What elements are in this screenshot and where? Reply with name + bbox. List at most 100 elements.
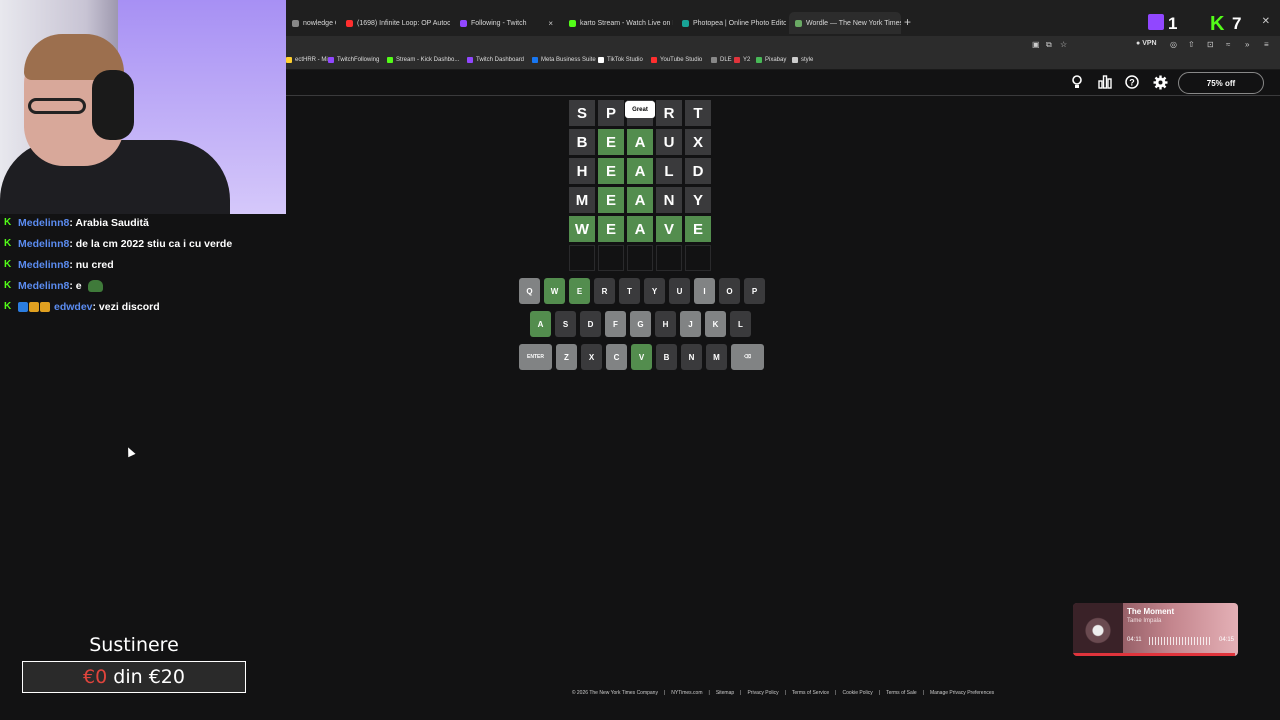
more-extensions-icon[interactable]: » — [1245, 40, 1249, 49]
key-l[interactable]: L — [730, 311, 751, 337]
vpn-button[interactable]: ● VPN — [1136, 40, 1157, 47]
bookmark-item[interactable]: TwitchFollowing — [328, 57, 379, 63]
footer-separator: | — [784, 690, 786, 696]
board-tile: A — [627, 129, 653, 155]
key-w[interactable]: W — [544, 278, 565, 304]
footer-link[interactable]: Terms of Sale — [886, 690, 917, 696]
key-p[interactable]: P — [744, 278, 765, 304]
album-art — [1073, 603, 1123, 653]
tab-kick[interactable]: karto Stream - Watch Live on K× — [563, 12, 673, 34]
tab-youtube[interactable]: (1698) Infinite Loop: OP Autoca× — [340, 12, 450, 34]
tab-twitch[interactable]: Following - Twitch × — [454, 12, 559, 34]
donation-goal-title: Sustinere — [89, 634, 179, 656]
extension-icon[interactable]: ⊡ — [1207, 40, 1214, 49]
share-icon[interactable]: ⇧ — [1188, 40, 1195, 49]
bookmark-item[interactable]: Stream - Kick Dashbo... — [387, 57, 459, 63]
chat-username[interactable]: Medelinn8 — [18, 259, 69, 271]
key-m[interactable]: M — [706, 344, 727, 370]
nyt-footer: © 2026 The New York Times Company | NYTime… — [286, 690, 1280, 696]
key-e[interactable]: E — [569, 278, 590, 304]
bookmark-item[interactable]: Y2 — [734, 57, 750, 63]
donation-current: €0 — [83, 666, 108, 688]
bookmark-item[interactable]: style — [792, 57, 813, 63]
key-c[interactable]: C — [606, 344, 627, 370]
key-d[interactable]: D — [580, 311, 601, 337]
footer-link[interactable]: Cookie Policy — [842, 690, 872, 696]
photopea-icon — [682, 19, 689, 27]
board-tile: A — [627, 158, 653, 184]
webcam-headset — [92, 70, 134, 140]
key-i[interactable]: I — [694, 278, 715, 304]
svg-text:?: ? — [1129, 78, 1135, 88]
chat-username[interactable]: edwdev — [54, 301, 93, 313]
translate-icon[interactable]: ⧉ — [1046, 40, 1052, 50]
tab-label: Following - Twitch — [471, 19, 527, 27]
bookmark-label: Stream - Kick Dashbo... — [396, 57, 460, 63]
extension-icon[interactable]: ◎ — [1170, 40, 1177, 49]
key-a[interactable]: A — [530, 311, 551, 337]
hint-bulb-icon[interactable] — [1069, 74, 1085, 90]
bookmark-item[interactable]: Meta Business Suite — [532, 57, 596, 63]
footer-link[interactable]: Privacy Policy — [747, 690, 778, 696]
subscribe-offer-button[interactable]: 75% off — [1178, 72, 1264, 94]
key-j[interactable]: J — [680, 311, 701, 337]
key-r[interactable]: R — [594, 278, 615, 304]
bookmark-item[interactable]: TikTok Studio — [598, 57, 643, 63]
key-n[interactable]: N — [681, 344, 702, 370]
menu-icon[interactable]: ≡ — [1264, 40, 1269, 49]
tab-photopea[interactable]: Photopea | Online Photo Editor× — [676, 12, 786, 34]
board-tile: E — [598, 216, 624, 242]
tab-blank[interactable]: nowledge Quiz× — [286, 12, 336, 34]
key-b[interactable]: B — [656, 344, 677, 370]
bookmark-favicon-icon — [756, 57, 762, 63]
extension-icon[interactable]: ≈ — [1226, 40, 1230, 49]
track-progress-bar — [1073, 653, 1235, 656]
footer-link[interactable]: Sitemap — [716, 690, 734, 696]
key-h[interactable]: H — [655, 311, 676, 337]
window-close-icon[interactable]: ✕ — [1262, 16, 1270, 27]
key-v[interactable]: V — [631, 344, 652, 370]
key-o[interactable]: O — [719, 278, 740, 304]
bookmark-item[interactable]: Twitch Dashboard — [467, 57, 524, 63]
chat-username[interactable]: Medelinn8 — [18, 217, 69, 229]
footer-link[interactable]: Manage Privacy Preferences — [930, 690, 994, 696]
new-tab-button[interactable]: + — [904, 15, 911, 29]
twitch-icon — [460, 19, 467, 27]
chat-text: : e — [69, 279, 82, 292]
tab-label: nowledge Quiz — [303, 19, 336, 27]
key-f[interactable]: F — [605, 311, 626, 337]
help-icon[interactable]: ? — [1124, 74, 1140, 90]
bookmark-label: style — [801, 57, 814, 63]
tab-wordle[interactable]: Wordle — The New York Times× — [789, 12, 901, 34]
stats-icon[interactable] — [1097, 74, 1113, 90]
board-tile — [569, 245, 595, 271]
key-k[interactable]: K — [705, 311, 726, 337]
footer-link[interactable]: Terms of Service — [792, 690, 829, 696]
chat-username[interactable]: Medelinn8 — [18, 280, 69, 292]
user-badges — [18, 301, 50, 312]
enter-key[interactable]: ENTER — [519, 344, 552, 370]
backspace-key[interactable]: ⌫ — [731, 344, 764, 370]
bookmark-item[interactable]: DLE — [711, 57, 732, 63]
settings-gear-icon[interactable] — [1152, 74, 1168, 90]
key-x[interactable]: X — [581, 344, 602, 370]
key-y[interactable]: Y — [644, 278, 665, 304]
chat-text: : vezi discord — [92, 300, 160, 313]
bookmark-item[interactable]: Pixabay — [756, 57, 786, 63]
board-tile: U — [656, 129, 682, 155]
key-t[interactable]: T — [619, 278, 640, 304]
bookmark-item[interactable]: ectHRR - Miro — [286, 57, 333, 63]
donation-separator: din — [107, 666, 149, 688]
footer-separator: | — [835, 690, 837, 696]
key-u[interactable]: U — [669, 278, 690, 304]
key-z[interactable]: Z — [556, 344, 577, 370]
bookmark-item[interactable]: YouTube Studio — [651, 57, 702, 63]
key-q[interactable]: Q — [519, 278, 540, 304]
chat-username[interactable]: Medelinn8 — [18, 238, 69, 250]
footer-link[interactable]: NYTimes.com — [671, 690, 702, 696]
key-g[interactable]: G — [630, 311, 651, 337]
bookmark-star-icon[interactable]: ☆ — [1060, 40, 1067, 49]
key-s[interactable]: S — [555, 311, 576, 337]
tab-close-icon[interactable]: × — [544, 19, 553, 28]
screenshot-icon[interactable]: ▣ — [1032, 40, 1040, 49]
